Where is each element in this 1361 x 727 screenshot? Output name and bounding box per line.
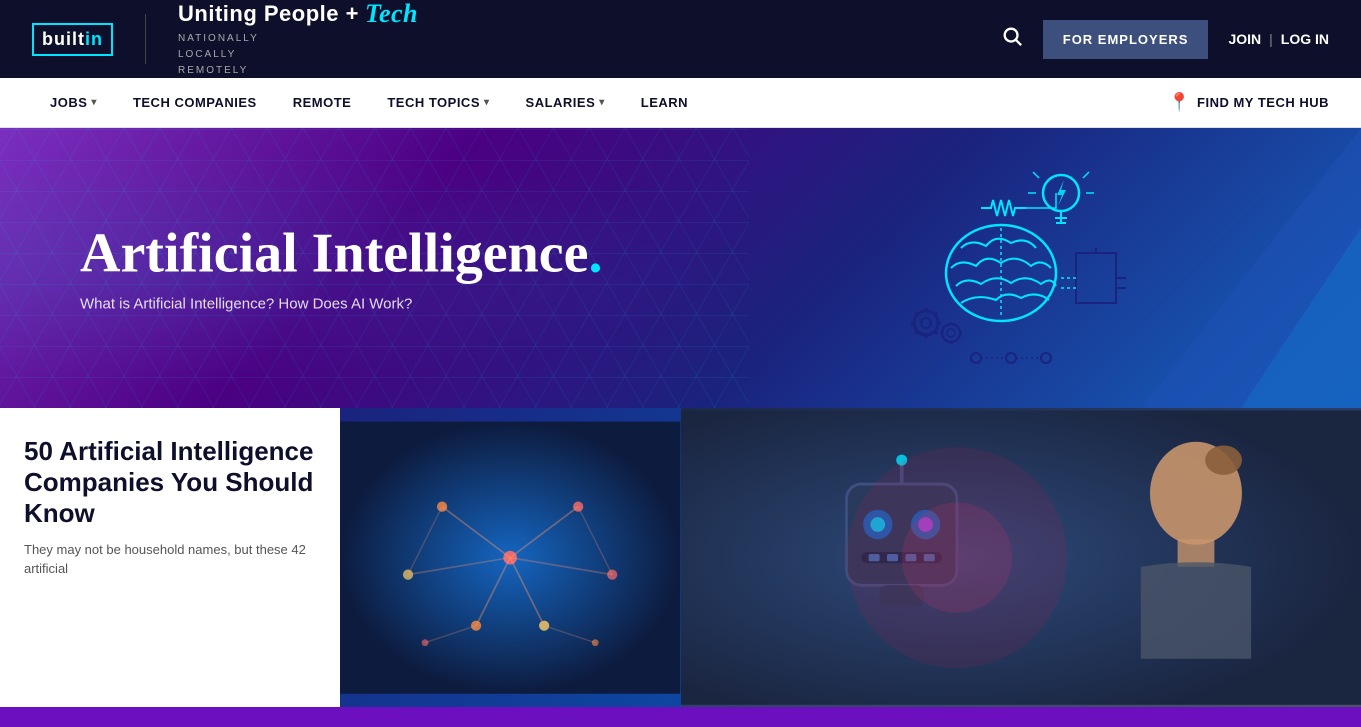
article-text-left: 50 Artificial Intelligence Companies You… xyxy=(0,408,340,707)
location-pin-icon: 📍 xyxy=(1168,92,1191,113)
tech-text: Tech xyxy=(365,0,418,29)
header-divider xyxy=(145,14,146,64)
header-right: FOR EMPLOYERS JOIN | LOG IN xyxy=(1001,20,1329,59)
tagline-main: Uniting People + Tech xyxy=(178,0,418,29)
nav-jobs-label: JOBS xyxy=(50,95,87,110)
logo-area: builtin Uniting People + Tech NATIONALLY… xyxy=(32,0,418,79)
nav-remote[interactable]: REMOTE xyxy=(275,78,370,128)
nav-items: JOBS ▾ TECH COMPANIES REMOTE TECH TOPICS… xyxy=(32,78,1168,128)
for-employers-button[interactable]: FOR EMPLOYERS xyxy=(1043,20,1209,59)
search-icon xyxy=(1001,25,1023,47)
article-excerpt-left: They may not be household names, but the… xyxy=(24,540,316,579)
article-card-right[interactable] xyxy=(681,408,1361,707)
sub-line3: REMOTELY xyxy=(178,65,248,76)
jobs-chevron-icon: ▾ xyxy=(91,97,97,108)
article-image-left xyxy=(340,408,680,707)
uniting-people-text: Uniting People + xyxy=(178,1,359,27)
built-text: built xyxy=(42,29,85,49)
article-image-right xyxy=(681,408,1361,707)
ai-brain-svg xyxy=(881,148,1141,388)
tagline-sub: NATIONALLY LOCALLY REMOTELY xyxy=(178,31,418,79)
nav-tech-topics[interactable]: TECH TOPICS ▾ xyxy=(369,78,507,128)
nav-bar: JOBS ▾ TECH COMPANIES REMOTE TECH TOPICS… xyxy=(0,78,1361,128)
hero-triangle-right2 xyxy=(1241,228,1361,408)
hero-title-text: Artificial Intelligence xyxy=(80,223,589,285)
join-link[interactable]: JOIN xyxy=(1228,31,1261,47)
hero-title: Artificial Intelligence. xyxy=(80,224,603,286)
articles-row: 50 Artificial Intelligence Companies You… xyxy=(0,408,1361,707)
find-hub-label: FIND MY TECH HUB xyxy=(1197,95,1329,110)
nav-remote-label: REMOTE xyxy=(293,95,352,110)
auth-links: JOIN | LOG IN xyxy=(1228,31,1329,47)
nav-tech-topics-label: TECH TOPICS xyxy=(387,95,480,110)
tech-topics-chevron-icon: ▾ xyxy=(484,97,490,108)
article-card-left[interactable]: 50 Artificial Intelligence Companies You… xyxy=(0,408,681,707)
robot-svg xyxy=(681,408,1361,707)
article-title-left: 50 Artificial Intelligence Companies You… xyxy=(24,436,316,530)
nav-learn[interactable]: LEARN xyxy=(623,78,706,128)
hero-banner: Artificial Intelligence. What is Artific… xyxy=(0,128,1361,408)
nav-salaries[interactable]: SALARIES ▾ xyxy=(508,78,623,128)
sub-line2: LOCALLY xyxy=(178,49,236,60)
salaries-chevron-icon: ▾ xyxy=(599,97,605,108)
search-button[interactable] xyxy=(1001,25,1023,53)
nav-learn-label: LEARN xyxy=(641,95,688,110)
hero-subtitle: What is Artificial Intelligence? How Doe… xyxy=(80,295,603,312)
builtin-logomark: builtin xyxy=(32,23,113,56)
nav-jobs[interactable]: JOBS ▾ xyxy=(32,78,115,128)
nav-tech-companies[interactable]: TECH COMPANIES xyxy=(115,78,275,128)
articles-section: 50 Artificial Intelligence Companies You… xyxy=(0,408,1361,727)
sub-line1: NATIONALLY xyxy=(178,33,259,44)
login-link[interactable]: LOG IN xyxy=(1281,31,1329,47)
builtin-logo[interactable]: builtin xyxy=(32,23,113,56)
nav-find-hub[interactable]: 📍 FIND MY TECH HUB xyxy=(1168,92,1329,113)
nav-salaries-label: SALARIES xyxy=(526,95,596,110)
in-text: in xyxy=(85,29,103,49)
auth-separator: | xyxy=(1269,31,1273,47)
hero-title-dot: . xyxy=(589,223,603,285)
hero-content: Artificial Intelligence. What is Artific… xyxy=(80,224,603,313)
nav-tech-companies-label: TECH COMPANIES xyxy=(133,95,257,110)
network-svg xyxy=(340,408,680,707)
brand-tagline: Uniting People + Tech NATIONALLY LOCALLY… xyxy=(178,0,418,79)
top-header: builtin Uniting People + Tech NATIONALLY… xyxy=(0,0,1361,78)
hero-illustration xyxy=(881,148,1141,388)
